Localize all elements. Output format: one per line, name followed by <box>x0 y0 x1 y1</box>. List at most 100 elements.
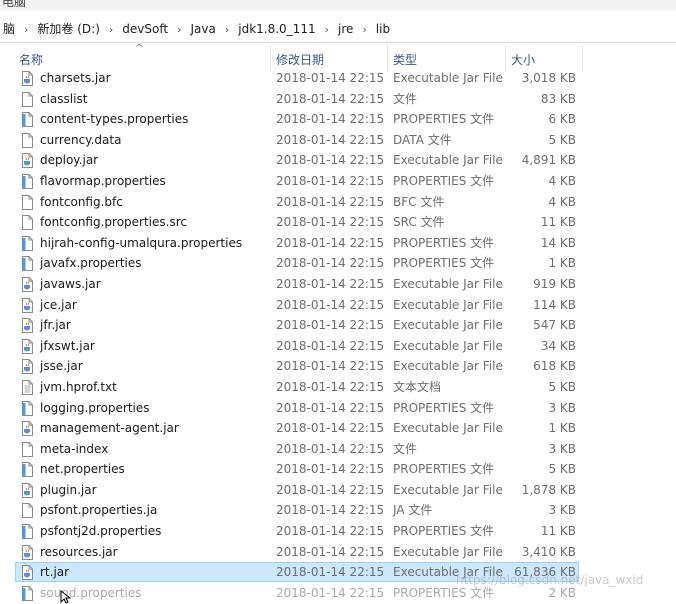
file-type: BFC 文件 <box>393 194 445 209</box>
file-size: 4 KB <box>548 194 576 209</box>
file-date: 2018-01-14 22:15 <box>276 565 385 580</box>
properties-file-icon <box>22 524 33 540</box>
file-row[interactable]: javafx.properties 2018-01-14 22:15 PROPERT… <box>0 253 676 274</box>
file-type: Executable Jar File <box>393 338 503 353</box>
properties-file-icon <box>22 585 33 601</box>
file-type: PROPERTIES 文件 <box>393 256 495 271</box>
file-row[interactable]: jvm.hprof.txt 2018-01-14 22:15 文本文档 5 KB <box>0 377 676 398</box>
jar-file-icon <box>22 338 33 354</box>
watermark: https://blog.csdn.net/java_wxid <box>456 573 644 587</box>
file-date: 2018-01-14 22:15 <box>276 276 385 291</box>
file-date: 2018-01-14 22:15 <box>276 338 385 353</box>
file-type: PROPERTIES 文件 <box>393 524 495 539</box>
file-name: javafx.properties <box>40 256 142 271</box>
file-size: 14 KB <box>540 235 576 250</box>
file-size: 919 KB <box>533 276 576 291</box>
file-row[interactable]: net.properties 2018-01-14 22:15 PROPERTIES… <box>0 459 676 480</box>
file-icon <box>22 91 33 107</box>
file-row[interactable]: charsets.jar 2018-01-14 22:15 Executable J… <box>0 68 676 89</box>
file-name: classlist <box>40 91 88 106</box>
file-row[interactable]: plugin.jar 2018-01-14 22:15 Executable Jar… <box>0 480 676 501</box>
chevron-right-icon[interactable]: › <box>103 23 119 36</box>
file-row[interactable]: content-types.properties 2018-01-14 22:15… <box>0 109 676 130</box>
breadcrumb-item[interactable]: Java <box>187 22 218 36</box>
file-row[interactable]: fontconfig.properties.src 2018-01-14 22:1… <box>0 212 676 233</box>
chevron-right-icon[interactable]: › <box>319 23 335 36</box>
file-name: jce.jar <box>40 297 77 312</box>
breadcrumb-item[interactable]: jre <box>335 22 356 36</box>
file-row[interactable]: jfxswt.jar 2018-01-14 22:15 Executable Jar… <box>0 336 676 357</box>
file-date: 2018-01-14 22:15 <box>276 173 385 188</box>
file-name: meta-index <box>40 441 109 456</box>
jar-file-icon <box>22 153 33 169</box>
file-name: plugin.jar <box>40 482 97 497</box>
file-name: jfr.jar <box>40 318 71 333</box>
file-date: 2018-01-14 22:15 <box>276 256 385 271</box>
file-row[interactable]: logging.properties 2018-01-14 22:15 PROPER… <box>0 398 676 419</box>
file-size: 618 KB <box>533 359 576 374</box>
file-date: 2018-01-14 22:15 <box>276 400 385 415</box>
file-type: Executable Jar File <box>393 297 503 312</box>
file-row[interactable]: psfontj2d.properties 2018-01-14 22:15 PROP… <box>0 521 676 542</box>
file-row[interactable]: jsse.jar 2018-01-14 22:15 Executable Jar F… <box>0 356 676 377</box>
file-date: 2018-01-14 22:15 <box>276 585 385 600</box>
file-type: PROPERTIES 文件 <box>393 400 495 415</box>
file-row[interactable]: javaws.jar 2018-01-14 22:15 Executable Jar… <box>0 274 676 295</box>
file-date: 2018-01-14 22:15 <box>276 318 385 333</box>
file-size: 11 KB <box>540 215 576 230</box>
file-list: charsets.jar 2018-01-14 22:15 Executable J… <box>0 68 676 603</box>
file-row[interactable]: currency.data 2018-01-14 22:15 DATA 文件 5 KB <box>0 130 676 151</box>
file-size: 5 KB <box>548 379 576 394</box>
window-title: 电脑 <box>2 0 27 9</box>
file-row[interactable]: classlist 2018-01-14 22:15 文件 83 KB <box>0 89 676 110</box>
file-type: PROPERTIES 文件 <box>393 235 495 250</box>
file-row[interactable]: hijrah-config-umalqura.properties 2018-01… <box>0 233 676 254</box>
file-row[interactable]: fontconfig.bfc 2018-01-14 22:15 BFC 文件 4 KB <box>0 192 676 213</box>
breadcrumb-item[interactable]: 脑 <box>0 20 18 37</box>
file-name: rt.jar <box>40 565 70 580</box>
file-row[interactable]: meta-index 2018-01-14 22:15 文件 3 KB <box>0 439 676 460</box>
file-date: 2018-01-14 22:15 <box>276 462 385 477</box>
properties-file-icon <box>22 256 33 272</box>
file-icon <box>22 215 33 231</box>
breadcrumb-item[interactable]: lib <box>373 22 393 36</box>
properties-file-icon <box>22 400 33 416</box>
breadcrumb-item[interactable]: devSoft <box>119 22 171 36</box>
file-size: 3,410 KB <box>521 544 576 559</box>
file-row[interactable]: jfr.jar 2018-01-14 22:15 Executable Jar Fi… <box>0 315 676 336</box>
file-row[interactable]: jce.jar 2018-01-14 22:15 Executable Jar Fi… <box>0 295 676 316</box>
file-date: 2018-01-14 22:15 <box>276 297 385 312</box>
properties-file-icon <box>22 112 33 128</box>
breadcrumb-item[interactable]: 新加卷 (D:) <box>34 20 102 37</box>
file-type: PROPERTIES 文件 <box>393 112 495 127</box>
text-file-icon <box>22 379 33 395</box>
jar-file-icon <box>22 297 33 313</box>
file-row[interactable]: psfont.properties.ja 2018-01-14 22:15 JA 文… <box>0 500 676 521</box>
chevron-right-icon[interactable]: › <box>219 23 235 36</box>
address-bar[interactable]: 脑 › 新加卷 (D:) › devSoft › Java › jdk1.8.0_111 › jre… <box>0 13 676 43</box>
file-size: 5 KB <box>548 132 576 147</box>
chevron-right-icon[interactable]: › <box>18 23 34 36</box>
file-name: fontconfig.properties.src <box>40 215 187 230</box>
file-row[interactable]: management-agent.jar 2018-01-14 22:15 Exec… <box>0 418 676 439</box>
file-type: JA 文件 <box>393 503 433 518</box>
file-name: hijrah-config-umalqura.properties <box>40 235 243 250</box>
breadcrumb-item[interactable]: jdk1.8.0_111 <box>235 22 318 36</box>
file-row[interactable]: deploy.jar 2018-01-14 22:15 Executable Jar… <box>0 150 676 171</box>
file-size: 4 KB <box>548 173 576 188</box>
file-size: 83 KB <box>540 91 576 106</box>
file-type: 文件 <box>393 441 418 456</box>
file-size: 3 KB <box>548 400 576 415</box>
file-date: 2018-01-14 22:15 <box>276 441 385 456</box>
jar-file-icon <box>22 71 33 86</box>
file-row[interactable]: resources.jar 2018-01-14 22:15 Executable … <box>0 542 676 563</box>
file-type: Executable Jar File <box>393 421 503 436</box>
file-row[interactable]: flavormap.properties 2018-01-14 22:15 PROP… <box>0 171 676 192</box>
file-size: 5 KB <box>548 462 576 477</box>
properties-file-icon <box>22 462 33 478</box>
chevron-right-icon[interactable]: › <box>356 23 372 36</box>
sort-ascending-icon: ^ <box>135 43 144 54</box>
file-date: 2018-01-14 22:15 <box>276 215 385 230</box>
file-name: logging.properties <box>40 400 150 415</box>
chevron-right-icon[interactable]: › <box>171 23 187 36</box>
